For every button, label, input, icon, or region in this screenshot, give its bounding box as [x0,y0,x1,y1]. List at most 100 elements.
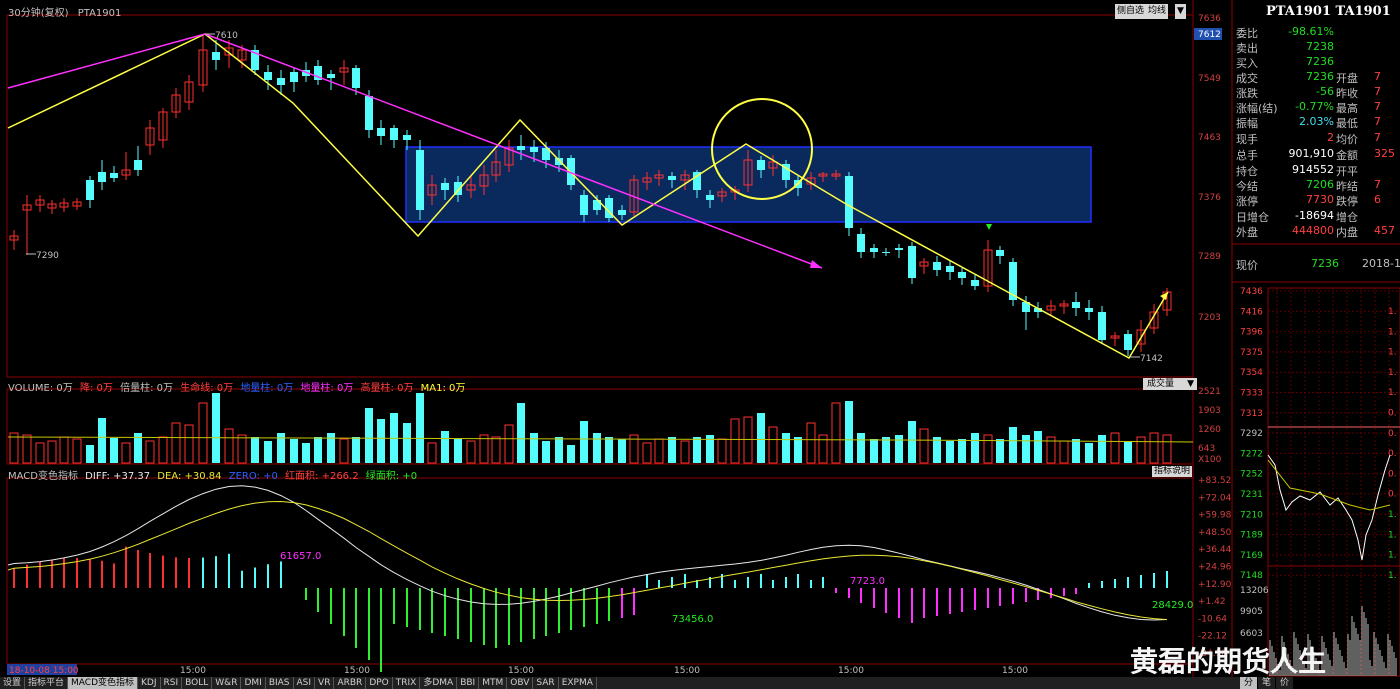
volume-bar [416,393,424,463]
volume-bar [98,418,106,463]
svg-text:1.: 1. [1388,327,1397,337]
tab-8[interactable]: BIAS [266,677,294,689]
tab-0[interactable]: 设置 [0,677,26,689]
volume-bar [441,431,449,463]
volume-bar [158,436,168,464]
candle-body [908,246,916,278]
low-annotation-2: 7142 [1140,354,1163,364]
volume-bars [9,393,1172,464]
candle-body [277,78,285,85]
tab-4[interactable]: RSI [161,677,183,689]
volume-dropdown[interactable]: 成交量 ▼ [1143,378,1197,390]
tab-14[interactable]: 多DMA [420,677,458,689]
tab-19[interactable]: EXPMA [559,677,597,689]
volume-bar [768,426,778,464]
volume-bar [1009,427,1017,463]
indicator-help-button[interactable]: 指标说明 [1152,466,1192,477]
candle-body [264,72,272,80]
tab-3[interactable]: KDJ [138,677,161,689]
svg-text:1.: 1. [1388,510,1397,520]
volume-bar [542,441,550,463]
svg-text:+24.96: +24.96 [1198,563,1232,573]
volume-bar [593,433,601,463]
volume-bar [908,421,916,463]
volume-label: VOLUME: 0万 [8,383,73,394]
svg-text:+12.90: +12.90 [1198,580,1232,590]
chevron-down-icon: ▼ [1187,379,1194,389]
tab-13[interactable]: TRIX [393,677,421,689]
volume-bar [491,436,501,464]
macd-label-d: 28429.0 [1152,600,1193,611]
candle-body [327,74,335,78]
svg-text:7292: 7292 [1240,429,1263,439]
volume-bar [642,442,652,464]
tab-2[interactable]: MACD变色指标 [68,677,139,689]
tab-1[interactable]: 指标平台 [25,677,69,689]
tab-17[interactable]: OBV [507,677,534,689]
watchlist-button[interactable]: 侧自选 [1115,4,1147,19]
indicator-tab-bar: 设置 指标平台 MACD变色指标 KDJ RSI BOLL W&R DMI BIAS ASI VR A… [0,677,1240,689]
volume-bar [517,403,525,463]
svg-text:7375: 7375 [1240,348,1263,358]
svg-text:1.: 1. [1388,348,1397,358]
svg-text:18-10-08 15:00: 18-10-08 15:00 [9,666,79,676]
candle-body [134,160,142,170]
menu-button[interactable]: ▼ [1175,4,1186,19]
svg-text:1.: 1. [1388,571,1397,581]
volume-bar [302,443,310,463]
tab-9[interactable]: ASI [294,677,316,689]
volume-bar [72,438,82,464]
tab-15[interactable]: BBI [457,677,480,689]
info-row: 委比 -98.61% [1236,25,1334,40]
info-row: 现手 2 均价 7 [1236,131,1381,146]
volume-bar [1072,439,1080,463]
candle-body [857,234,865,252]
svg-text:7313: 7313 [1240,409,1263,419]
volume-bar [654,438,664,464]
symbol-label: PTA1901 [77,8,122,19]
tab-10[interactable]: VR [315,677,335,689]
tab-6[interactable]: W&R [212,677,242,689]
svg-text:+1.42: +1.42 [1198,597,1226,607]
volume-bar [110,438,118,463]
info-row: 买入 7236 [1236,55,1334,70]
low-annotation-1: 7290 [36,251,59,261]
svg-text:7231: 7231 [1240,490,1263,500]
kline-chart-canvas[interactable]: 7610 7290 7142 61657.0 7723.0 73456.0 28… [0,0,1400,689]
svg-text:1.: 1. [1388,307,1397,317]
info-row: 振幅 2.03% 最低 7 [1236,115,1381,130]
tab-5[interactable]: BOLL [182,677,213,689]
candle-body [882,252,890,253]
svg-text:+59.98: +59.98 [1198,511,1232,521]
volume-bar [818,434,828,464]
candle-body [390,128,398,140]
tab-11[interactable]: ARBR [334,677,367,689]
fmt-button[interactable]: 均线 [1146,4,1169,19]
svg-text:7376: 7376 [1198,193,1221,203]
high-annotation: 7610 [215,31,238,41]
info-row: 日增仓 -18694 增仓 [1236,209,1358,224]
volume-bar [479,434,489,464]
macd-label-c: 73456.0 [672,614,713,625]
candle-body [870,248,878,252]
candle-body [1072,302,1080,308]
candle-body [706,195,714,200]
volume-axis: 2521 1903 1260 643 X100 [1198,387,1222,465]
svg-text:1260: 1260 [1198,425,1221,435]
volume-bar [806,422,816,464]
tab-12[interactable]: DPO [366,677,393,689]
candle-body [845,176,853,228]
tab-7[interactable]: DMI [241,677,266,689]
candle-body [1098,312,1106,340]
volume-bar [224,428,234,464]
svg-text:15:00: 15:00 [180,666,206,676]
svg-text:13206: 13206 [1240,586,1269,596]
macd-header: MACD变色指标 DIFF: +37.37 DEA: +30.84 ZERO: … [8,471,418,482]
volume-bar [668,437,676,463]
svg-text:0.: 0. [1388,490,1397,500]
tab-16[interactable]: MTM [479,677,508,689]
volume-bar [314,437,322,463]
tab-18[interactable]: SAR [533,677,559,689]
volume-bar [1022,435,1030,463]
volume-bar [184,424,194,464]
